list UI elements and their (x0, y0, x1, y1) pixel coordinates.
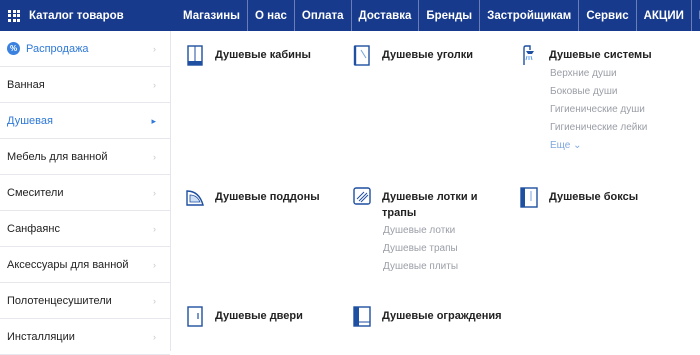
category-shower-corners[interactable]: Душевые уголки (352, 44, 512, 66)
nav-brands[interactable]: Бренды (418, 0, 479, 31)
nav-more[interactable]: Ещё (690, 0, 700, 31)
subcategory-link[interactable]: Гигиенические души (550, 101, 647, 119)
top-navigation: Магазины О нас Оплата Доставка Бренды За… (171, 0, 700, 31)
sidebar-item-label: Аксессуары для ванной (7, 258, 129, 271)
category-title: Душевые кабины (215, 49, 311, 61)
subcategory-link[interactable]: Гигиенические лейки (550, 119, 647, 137)
sidebar-item-sale[interactable]: % Распродажа › (0, 31, 170, 67)
category-title: Душевые ограждения (382, 310, 502, 322)
subcategory-link[interactable]: Душевые лотки (383, 222, 458, 240)
shower-cabin-icon (187, 45, 203, 66)
sidebar-item-label: Санфаянс (7, 222, 60, 235)
subcategory-link[interactable]: Верхние души (550, 65, 647, 83)
catalog-label: Каталог товаров (29, 9, 124, 22)
sidebar-item-label: Мебель для ванной (7, 150, 108, 163)
sidebar-item-faucets[interactable]: Смесители › (0, 175, 170, 211)
shower-enclosure-icon (353, 306, 371, 327)
category-title: Душевые лотки и трапы (382, 191, 478, 219)
category-shower-boxes[interactable]: Душевые боксы (519, 186, 689, 208)
sidebar-item-installations[interactable]: Инсталляции › (0, 319, 170, 355)
nav-about[interactable]: О нас (247, 0, 294, 31)
sidebar-item-bathroom-furniture[interactable]: Мебель для ванной › (0, 139, 170, 175)
shower-tray-icon (186, 190, 204, 206)
category-shower-systems[interactable]: Душевые системы (519, 44, 689, 66)
shower-drain-icon (353, 187, 371, 205)
category-shower-cabins[interactable]: Душевые кабины (185, 44, 335, 66)
chevron-right-icon: › (153, 332, 156, 342)
shower-door-icon (187, 306, 203, 327)
sidebar-item-label: Смесители (7, 186, 64, 199)
sidebar-item-label: Ванная (7, 78, 45, 91)
chevron-right-icon: ▸ (151, 116, 156, 126)
top-bar: Каталог товаров Магазины О нас Оплата До… (0, 0, 700, 31)
sidebar-item-label: Душевая (7, 114, 53, 127)
chevron-right-icon: › (153, 188, 156, 198)
category-title: Душевые уголки (382, 49, 473, 61)
category-shower-drains[interactable]: Душевые лотки и трапы (352, 186, 512, 221)
sale-badge-icon: % (7, 42, 20, 55)
show-more-link[interactable]: Еще ⌄ (550, 137, 647, 155)
sidebar-item-sanitary[interactable]: Санфаянс › (0, 211, 170, 247)
category-title: Душевые боксы (549, 191, 639, 203)
chevron-right-icon: › (153, 152, 156, 162)
sidebar-item-bathroom[interactable]: Ванная › (0, 67, 170, 103)
chevron-right-icon: › (153, 260, 156, 270)
category-title: Душевые двери (215, 310, 303, 322)
category-shower-enclosures[interactable]: Душевые ограждения (352, 305, 532, 327)
sidebar-item-towel-warmers[interactable]: Полотенцесушители › (0, 283, 170, 319)
nav-promotions[interactable]: АКЦИИ (635, 0, 691, 31)
shower-corner-icon (353, 45, 370, 66)
nav-developers[interactable]: Застройщикам (479, 0, 578, 31)
chevron-right-icon: › (153, 224, 156, 234)
shower-drains-subcategories: Душевые лотки Душевые трапы Душевые плит… (383, 222, 458, 276)
sidebar-item-label: Полотенцесушители (7, 294, 112, 307)
category-shower-trays[interactable]: Душевые поддоны (185, 186, 345, 208)
shower-systems-subcategories: Верхние души Боковые души Гигиенические … (550, 65, 647, 155)
sidebar-item-shower[interactable]: Душевая ▸ (0, 103, 170, 139)
shower-box-icon (520, 187, 538, 208)
catalog-sidebar: % Распродажа › Ванная › Душевая ▸ Мебель… (0, 31, 171, 355)
sidebar-item-label: Инсталляции (7, 330, 75, 343)
sidebar-item-label: Распродажа (26, 42, 89, 55)
nav-stores[interactable]: Магазины (171, 0, 247, 31)
category-shower-doors[interactable]: Душевые двери (185, 305, 345, 327)
category-title: Душевые системы (549, 49, 652, 61)
subcategory-link[interactable]: Душевые трапы (383, 240, 458, 258)
sidebar-item-accessories[interactable]: Аксессуары для ванной › (0, 247, 170, 283)
subcategory-link[interactable]: Боковые души (550, 83, 647, 101)
catalog-button[interactable]: Каталог товаров (0, 0, 171, 31)
chevron-right-icon: › (153, 44, 156, 54)
chevron-right-icon: › (153, 296, 156, 306)
nav-delivery[interactable]: Доставка (350, 0, 419, 31)
nav-payment[interactable]: Оплата (293, 0, 351, 31)
nav-service[interactable]: Сервис (578, 0, 635, 31)
shower-system-icon (523, 45, 534, 65)
subcategory-link[interactable]: Душевые плиты (383, 258, 458, 276)
category-title: Душевые поддоны (215, 191, 320, 203)
grid-menu-icon (8, 9, 20, 22)
chevron-right-icon: › (153, 80, 156, 90)
